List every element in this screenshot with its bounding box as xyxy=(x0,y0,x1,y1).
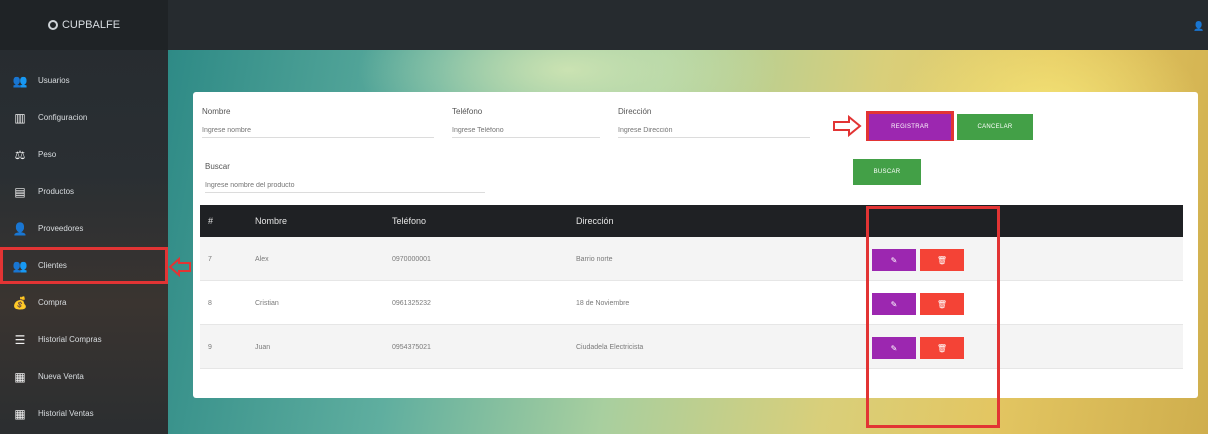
cancelar-button[interactable]: CANCELAR xyxy=(957,114,1033,140)
cell-id: 7 xyxy=(208,255,212,263)
sidebar-item-label: Clientes xyxy=(38,261,67,270)
box-icon: ▤ xyxy=(14,184,26,199)
sidebar-item-proveedores[interactable]: 👤 Proveedores xyxy=(0,210,168,247)
sidebar-item-compra[interactable]: 💰 Compra xyxy=(0,284,168,321)
nombre-label: Nombre xyxy=(202,107,231,116)
sidebar-item-label: Historial Ventas xyxy=(38,409,94,418)
list-icon: ☰ xyxy=(14,332,26,347)
users-icon: 👥 xyxy=(12,73,28,88)
sidebar-item-label: Configuracion xyxy=(38,113,88,122)
app-root: 👤 CUPBALFE 👥 Usuarios ▥ Configuracion ⚖ … xyxy=(0,0,1208,434)
cell-direccion: Barrio norte xyxy=(576,255,613,263)
telefono-field: Teléfono xyxy=(452,107,600,138)
sidebar-item-nueva-venta[interactable]: ▦ Nueva Venta xyxy=(0,358,168,395)
column-header-nombre: Nombre xyxy=(255,216,288,226)
cell-telefono: 0970000001 xyxy=(392,255,431,263)
cell-telefono: 0961325232 xyxy=(392,299,431,307)
direccion-field: Dirección xyxy=(618,107,810,138)
supplier-icon: 👤 xyxy=(12,221,28,236)
sidebar-item-historial-compras[interactable]: ☰ Historial Compras xyxy=(0,321,168,358)
sidebar-item-label: Compra xyxy=(38,298,67,307)
sidebar-item-label: Proveedores xyxy=(38,224,84,233)
cell-nombre: Juan xyxy=(255,343,271,351)
column-header-direccion: Dirección xyxy=(576,216,614,226)
brand-name: CUPBALFE xyxy=(61,19,121,31)
sidebar-item-label: Peso xyxy=(38,150,57,159)
annotation-arrow-left xyxy=(168,256,191,278)
recycle-icon xyxy=(47,20,58,30)
cell-direccion: 18 de Noviembre xyxy=(576,299,630,307)
cell-direccion: Ciudadela Electricista xyxy=(576,343,644,351)
cash-register-icon: ▦ xyxy=(14,369,26,384)
buscar-button[interactable]: BUSCAR xyxy=(853,159,921,185)
sidebar-item-label: Nueva Venta xyxy=(38,372,84,381)
sidebar-item-productos[interactable]: ▤ Productos xyxy=(0,173,168,210)
direccion-label: Dirección xyxy=(618,107,652,116)
sidebar: CUPBALFE 👥 Usuarios ▥ Configuracion ⚖ Pe… xyxy=(0,0,168,434)
cell-nombre: Cristian xyxy=(255,299,279,307)
sidebar-item-label: Historial Compras xyxy=(38,335,102,344)
buscar-field: Buscar xyxy=(205,162,485,193)
scale-icon: ⚖ xyxy=(14,147,26,162)
column-header-telefono: Teléfono xyxy=(392,216,427,226)
direccion-input[interactable] xyxy=(618,124,810,138)
registrar-button[interactable]: REGISTRAR xyxy=(869,114,951,140)
cell-nombre: Alex xyxy=(255,255,269,263)
brand[interactable]: CUPBALFE xyxy=(0,0,168,50)
buscar-label: Buscar xyxy=(205,162,230,171)
table-row: 8 Cristian 0961325232 18 de Noviembre ✎ … xyxy=(200,281,1183,325)
cell-id: 9 xyxy=(208,343,212,351)
table-row: 9 Juan 0954375021 Ciudadela Electricista… xyxy=(200,325,1183,369)
money-bag-icon: 💰 xyxy=(12,295,28,310)
sidebar-nav: 👥 Usuarios ▥ Configuracion ⚖ Peso ▤ Prod… xyxy=(0,62,168,432)
table-icon: ▦ xyxy=(14,406,26,421)
sidebar-item-configuracion[interactable]: ▥ Configuracion xyxy=(0,99,168,136)
sidebar-item-label: Productos xyxy=(38,187,75,196)
table-header: # Nombre Teléfono Dirección xyxy=(200,205,1183,237)
actions-highlight xyxy=(866,206,1000,428)
annotation-arrow-right xyxy=(833,115,862,137)
user-icon[interactable]: 👤 xyxy=(1193,22,1204,32)
sidebar-item-clientes[interactable]: 👥 Clientes xyxy=(0,247,168,284)
top-bar: 👤 xyxy=(168,0,1208,50)
nombre-field: Nombre xyxy=(202,107,434,138)
telefono-input[interactable] xyxy=(452,124,600,138)
sidebar-item-usuarios[interactable]: 👥 Usuarios xyxy=(0,62,168,99)
column-header-id: # xyxy=(208,216,214,226)
sidebar-item-peso[interactable]: ⚖ Peso xyxy=(0,136,168,173)
cell-telefono: 0954375021 xyxy=(392,343,431,351)
nombre-input[interactable] xyxy=(202,124,434,138)
cell-id: 8 xyxy=(208,299,212,307)
building-icon: ▥ xyxy=(14,110,26,125)
buscar-input[interactable] xyxy=(205,179,485,193)
sidebar-item-historial-ventas[interactable]: ▦ Historial Ventas xyxy=(0,395,168,432)
sidebar-item-label: Usuarios xyxy=(38,76,70,85)
table-row: 7 Alex 0970000001 Barrio norte ✎ 🗑 xyxy=(200,237,1183,281)
telefono-label: Teléfono xyxy=(452,107,483,116)
clients-icon: 👥 xyxy=(12,258,28,273)
